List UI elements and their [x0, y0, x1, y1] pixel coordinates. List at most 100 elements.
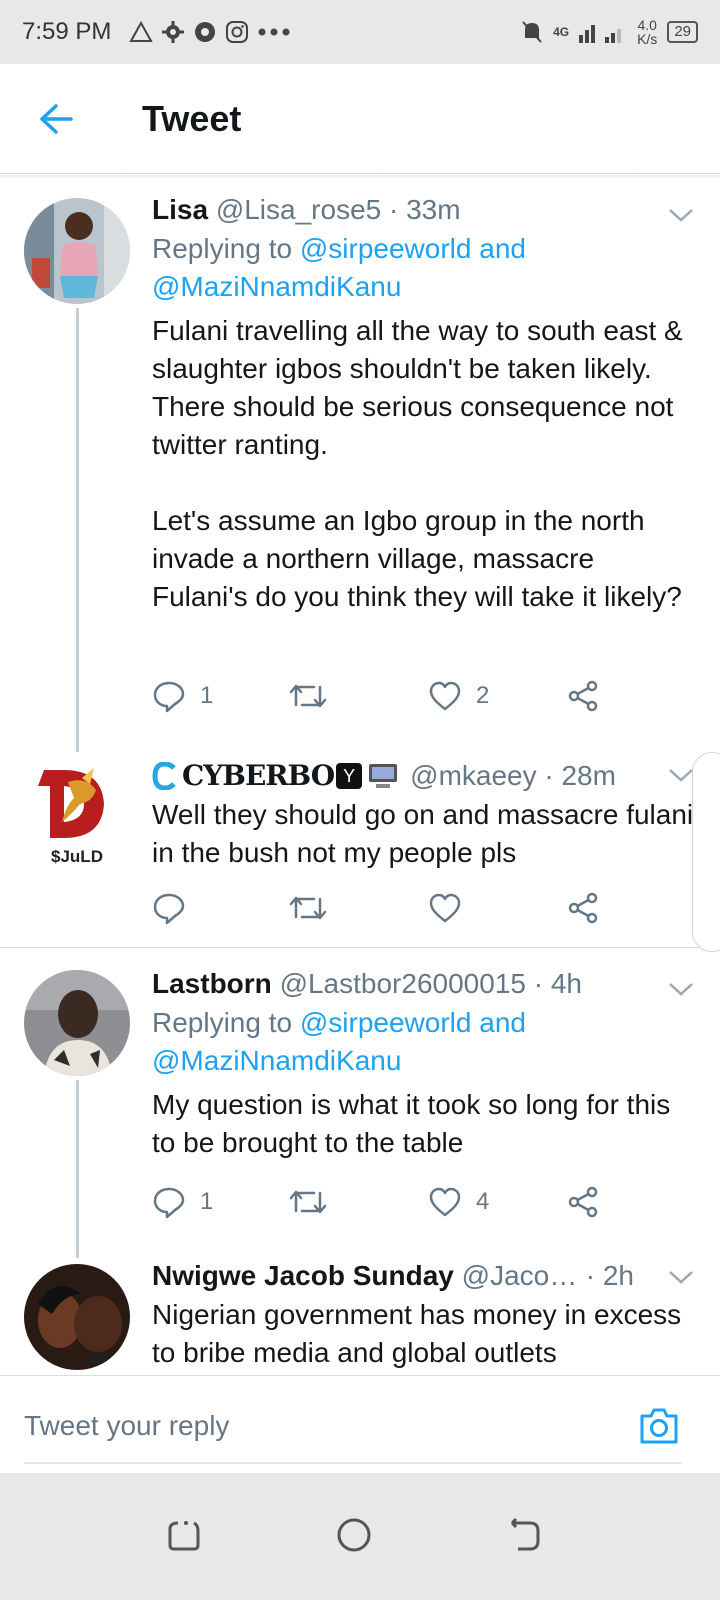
reply-input[interactable] — [24, 1396, 604, 1456]
avatar-logo-juld: $JuLD — [24, 762, 130, 868]
retweet-button[interactable] — [288, 1182, 328, 1222]
status-bar: 7:59 PM 4G 4.0 K/s 29 — [0, 0, 720, 64]
mute-bell-icon — [522, 21, 542, 43]
tweet-text: My question is what it took so long for … — [152, 1089, 671, 1158]
tweet-actions: 1 2 — [152, 676, 612, 716]
tweet-content: Nwigwe Jacob Sunday @Jaco… — [152, 1258, 620, 1294]
thread-line — [76, 1080, 79, 1258]
computer-emoji-icon — [369, 764, 398, 788]
share-button[interactable] — [566, 888, 600, 928]
avatar-nwigwe[interactable] — [24, 1264, 130, 1370]
system-nav-bar — [0, 1473, 720, 1600]
status-notification-icons — [129, 20, 291, 44]
like-icon — [429, 681, 461, 711]
author-name[interactable]: Nwigwe Jacob Sunday — [152, 1260, 454, 1291]
reply-button[interactable]: 1 — [152, 676, 213, 716]
tweet-header: Lisa @Lisa_rose5 · 33m — [152, 192, 696, 228]
replying-to: Replying to @sirpeeworld and @MaziNnamdi… — [152, 1007, 526, 1076]
avatar-photo-nwigwe — [24, 1264, 130, 1370]
tweet-content: CYBERBO Y @mkaeey · 28m Well they should… — [152, 758, 696, 872]
avatar-photo-lastborn — [24, 970, 130, 1076]
reply-count: 1 — [200, 1188, 214, 1215]
signal-icon — [579, 25, 622, 43]
recents-icon[interactable] — [164, 1515, 204, 1555]
edge-panel-handle[interactable] — [692, 752, 720, 952]
avatar-photo-lisa — [24, 198, 130, 304]
like-count: 2 — [476, 682, 490, 709]
tweet-content: Lisa @Lisa_rose5 · 33m Replying to @sirp… — [152, 192, 696, 616]
share-button[interactable] — [566, 676, 600, 716]
home-icon[interactable] — [334, 1515, 374, 1555]
instagram-icon — [226, 21, 249, 43]
tweet-lastborn[interactable]: Lastborn @Lastbor26000015 · 4h Replying … — [0, 948, 720, 1258]
author-handle: @mkaeey · 28m — [410, 760, 616, 791]
reply-count: 1 — [200, 682, 214, 709]
retweet-icon — [289, 896, 327, 920]
camera-icon[interactable] — [638, 1406, 680, 1446]
like-button[interactable]: 2 — [428, 676, 489, 716]
chrome-icon — [195, 22, 216, 42]
retweet-button[interactable] — [288, 676, 328, 716]
tweet-text: Well they should go on and massacre fula… — [152, 799, 694, 868]
avatar-lisa[interactable] — [24, 198, 130, 304]
chevron-down-icon[interactable] — [666, 200, 696, 230]
tweet-header: Lastborn @Lastbor26000015 · 4h — [152, 966, 696, 1002]
tweet-text: Nigerian government has money in excess … — [152, 1299, 682, 1368]
settings-gear-icon — [162, 21, 185, 43]
retweet-icon — [289, 684, 327, 708]
more-dots-icon — [258, 28, 290, 36]
retweet-icon — [289, 1190, 327, 1214]
c-letter-icon — [152, 762, 176, 790]
status-time: 7:59 PM — [22, 18, 112, 45]
battery-indicator: 29 — [667, 21, 698, 43]
reply-button[interactable]: 1 — [152, 1182, 213, 1222]
tweet-cyberboy[interactable]: $JuLD CYBERBO Y @mkaeey · 28m Well they … — [0, 748, 720, 946]
network-speed: 4.0 K/s — [637, 17, 658, 47]
author-name[interactable]: Lisa — [152, 194, 208, 225]
reply-icon — [153, 1187, 185, 1219]
like-count: 4 — [476, 1188, 490, 1215]
signal-label: 4G — [553, 25, 570, 39]
share-icon — [568, 1186, 598, 1218]
tweet-actions: 1 4 — [152, 1182, 612, 1222]
header-shadow — [0, 175, 720, 179]
tweet-lisa[interactable]: Lisa @Lisa_rose5 · 33m Replying to @sirp… — [0, 180, 720, 752]
tweet-header: Nwigwe Jacob Sunday @Jaco… — [152, 1258, 620, 1294]
thread-line — [76, 308, 79, 752]
author-name[interactable]: Lastborn — [152, 968, 272, 999]
avatar-label: $JuLD — [51, 847, 103, 866]
avatar-lastborn[interactable] — [24, 970, 130, 1076]
chevron-down-icon[interactable] — [666, 974, 696, 1004]
tweet-text: Fulani travelling all the way to south e… — [152, 315, 683, 612]
author-handle: @Lastbor26000015 · 4h — [279, 968, 582, 999]
like-icon — [429, 893, 461, 923]
author-handle: @Jaco… — [461, 1260, 578, 1291]
share-button[interactable] — [566, 1182, 600, 1222]
page-title: Tweet — [142, 97, 242, 139]
back-button[interactable] — [26, 89, 86, 149]
avatar-cyberboy[interactable]: $JuLD — [24, 762, 130, 868]
chevron-down-icon[interactable] — [666, 1262, 696, 1292]
warning-icon — [129, 21, 154, 42]
reply-underline — [24, 1462, 682, 1464]
tweet-actions — [152, 888, 612, 928]
like-button[interactable] — [428, 888, 462, 928]
back-nav-icon[interactable] — [504, 1515, 544, 1555]
tweet-content: Lastborn @Lastbor26000015 · 4h Replying … — [152, 966, 696, 1162]
reply-icon — [153, 893, 185, 925]
share-icon — [568, 680, 598, 712]
like-icon — [429, 1187, 461, 1217]
replying-to: Replying to @sirpeeworld and @MaziNnamdi… — [152, 233, 526, 302]
reply-button[interactable] — [152, 888, 186, 928]
share-icon — [568, 892, 598, 924]
status-right-icons: 4G 4.0 K/s 29 — [521, 18, 698, 46]
like-button[interactable]: 4 — [428, 1182, 489, 1222]
reply-feed: Lisa @Lisa_rose5 · 33m Replying to @sirp… — [0, 180, 720, 1402]
reply-icon — [153, 681, 185, 713]
author-name[interactable]: CYBERBO — [182, 758, 335, 794]
reply-composer — [0, 1375, 720, 1473]
retweet-button[interactable] — [288, 888, 328, 928]
tweet-time: · 2h — [585, 1260, 634, 1291]
name-badge: Y — [336, 763, 363, 789]
back-arrow-icon — [40, 103, 73, 134]
